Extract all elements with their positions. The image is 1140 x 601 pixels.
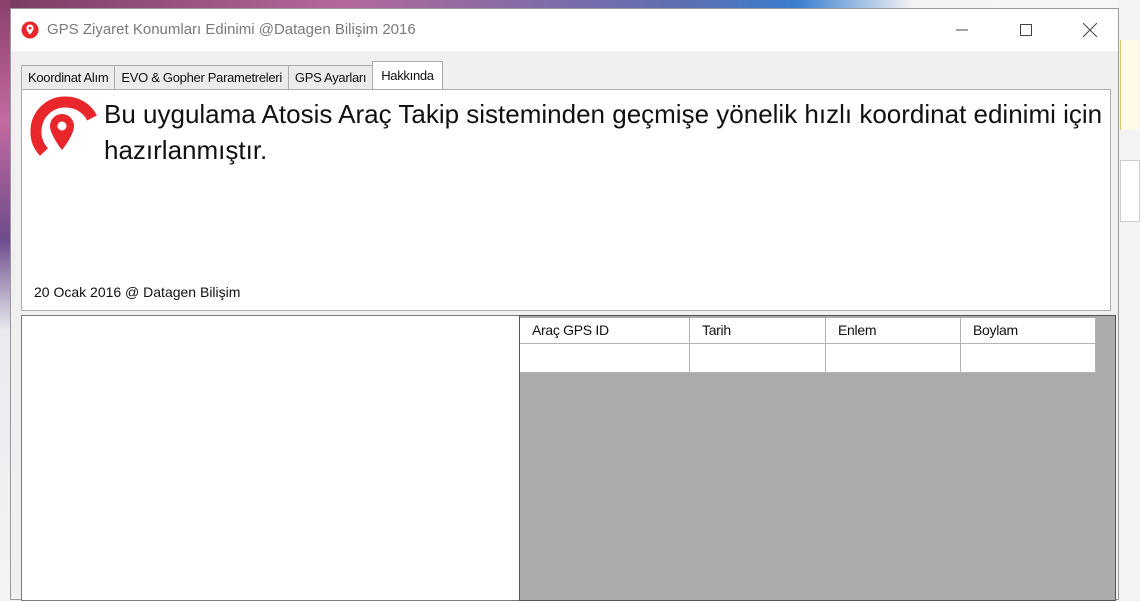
about-description: Bu uygulama Atosis Araç Takip sisteminde… (104, 99, 1103, 165)
window-title: GPS Ziyaret Konumları Edinimi @Datagen B… (47, 21, 416, 38)
column-header-tarih[interactable]: Tarih (690, 318, 826, 344)
cell-boylam[interactable] (961, 344, 1096, 373)
tab-strip: Koordinat Alım EVO & Gopher Parametreler… (21, 61, 443, 89)
cell-enlem[interactable] (826, 344, 961, 373)
main-window: GPS Ziyaret Konumları Edinimi @Datagen B… (10, 8, 1119, 601)
cell-arac-gps-id[interactable] (520, 344, 690, 373)
maximize-icon (1020, 24, 1032, 36)
desktop-background-left (0, 0, 10, 600)
title-bar[interactable]: GPS Ziyaret Konumları Edinimi @Datagen B… (11, 9, 1118, 51)
background-window-edge (1120, 40, 1139, 130)
column-header-boylam[interactable]: Boylam (961, 318, 1096, 344)
grid-header: Araç GPS ID Tarih Enlem Boylam (520, 318, 1096, 344)
map-pin-icon (21, 21, 39, 39)
column-header-arac-gps-id[interactable]: Araç GPS ID (520, 318, 690, 344)
minimize-icon (956, 29, 968, 31)
map-pin-logo-icon (30, 96, 97, 156)
gps-data-grid[interactable]: Araç GPS ID Tarih Enlem Boylam (519, 315, 1116, 601)
map-area[interactable] (21, 315, 519, 601)
about-footer: 20 Ocak 2016 @ Datagen Bilişim (34, 284, 241, 300)
tab-gps-ayarlari[interactable]: GPS Ayarları (287, 65, 374, 89)
table-row[interactable] (520, 344, 1096, 373)
tab-hakkinda[interactable]: Hakkında (372, 61, 443, 89)
background-window-edge (1120, 160, 1140, 222)
tab-evo-gopher-parametreleri[interactable]: EVO & Gopher Parametreleri (114, 65, 289, 89)
desktop-background-right (1118, 0, 1140, 600)
about-panel: Bu uygulama Atosis Araç Takip sisteminde… (21, 89, 1111, 311)
column-header-enlem[interactable]: Enlem (826, 318, 961, 344)
tab-koordinat-alim[interactable]: Koordinat Alım (21, 65, 116, 89)
maximize-button[interactable] (1003, 9, 1049, 51)
minimize-button[interactable] (939, 9, 985, 51)
cell-tarih[interactable] (690, 344, 826, 373)
close-button[interactable] (1067, 9, 1113, 51)
close-icon (1083, 23, 1097, 37)
